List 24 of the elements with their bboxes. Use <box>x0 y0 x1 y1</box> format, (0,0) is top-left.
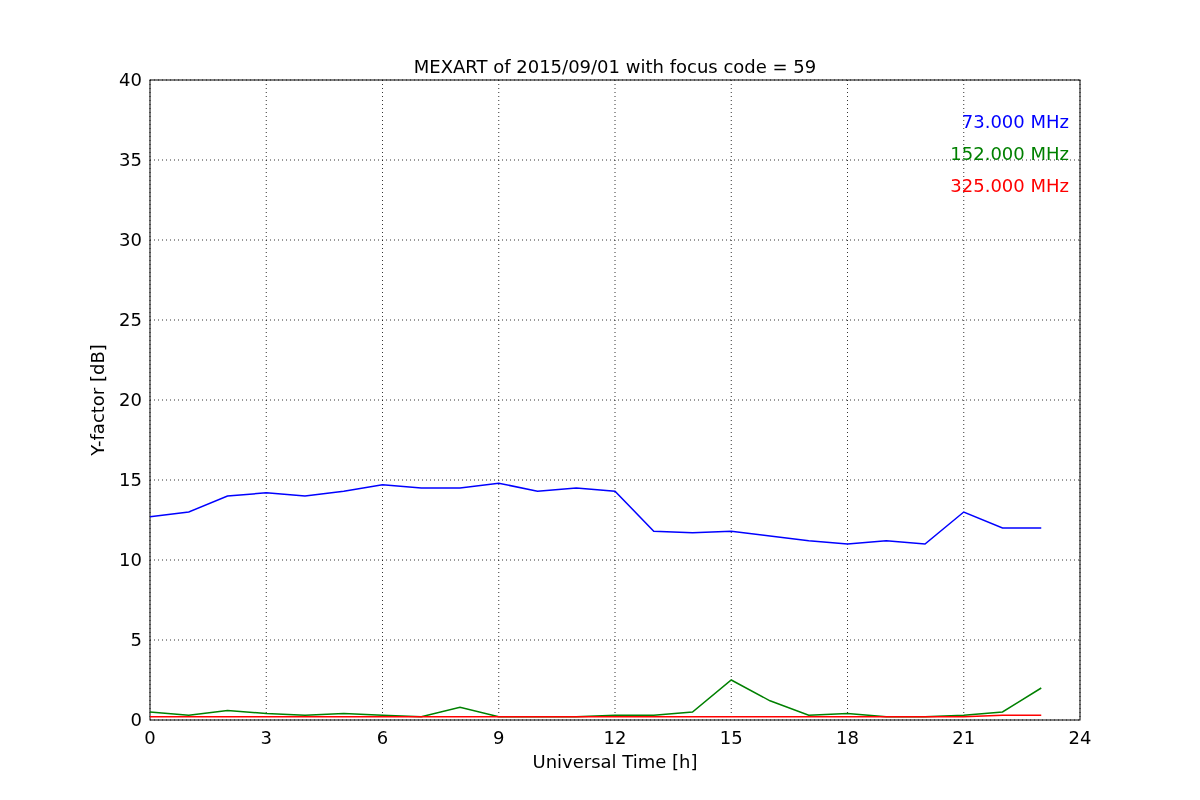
legend-label: 325.000 MHz <box>950 175 1069 196</box>
y-tick-label: 5 <box>130 629 142 650</box>
x-tick-label: 24 <box>1068 727 1092 748</box>
legend-label: 73.000 MHz <box>961 111 1069 132</box>
y-tick-label: 40 <box>119 69 142 90</box>
x-tick-label: 3 <box>260 727 272 748</box>
y-axis-label: Y-factor [dB] <box>87 344 108 456</box>
legend-label: 152.000 MHz <box>950 143 1069 164</box>
x-tick-label: 9 <box>493 727 505 748</box>
x-tick-label: 12 <box>603 727 627 748</box>
x-axis-label: Universal Time [h] <box>532 751 698 772</box>
x-tick-label: 15 <box>719 727 743 748</box>
x-tick-label: 0 <box>144 727 156 748</box>
x-tick-label: 21 <box>952 727 976 748</box>
y-tick-label: 30 <box>119 229 142 250</box>
y-tick-label: 25 <box>119 309 142 330</box>
y-tick-label: 10 <box>119 549 142 570</box>
y-tick-label: 0 <box>130 709 142 730</box>
x-tick-label: 18 <box>836 727 859 748</box>
y-tick-label: 15 <box>119 469 142 490</box>
chart-title: MEXART of 2015/09/01 with focus code = 59 <box>413 56 817 77</box>
x-tick-label: 6 <box>376 727 389 748</box>
y-tick-label: 20 <box>119 389 142 410</box>
y-tick-label: 35 <box>119 149 142 170</box>
